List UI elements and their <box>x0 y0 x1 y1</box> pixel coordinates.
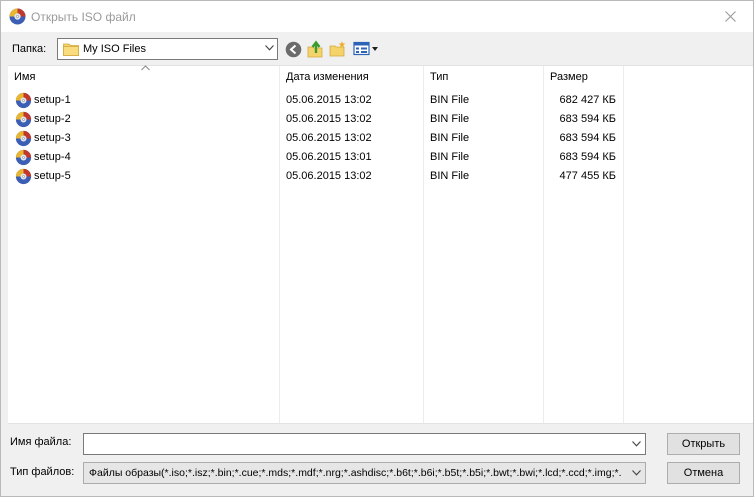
file-size: 683 594 КБ <box>559 151 616 163</box>
file-size: 683 594 КБ <box>559 113 616 125</box>
disc-image-icon <box>15 149 32 166</box>
file-name: setup-3 <box>34 132 71 144</box>
up-folder-button[interactable] <box>305 39 325 59</box>
back-icon <box>285 41 301 57</box>
disc-image-icon <box>15 111 32 128</box>
chevron-down-icon <box>265 45 274 51</box>
file-size: 683 594 КБ <box>559 132 616 144</box>
folder-value: My ISO Files <box>83 43 146 55</box>
file-type: BIN File <box>430 132 470 144</box>
view-menu-icon <box>353 41 378 56</box>
filename-input[interactable] <box>83 433 646 455</box>
disc-image-icon <box>15 168 32 185</box>
folder-label: Папка: <box>12 43 47 55</box>
column-header-date[interactable]: Дата изменения <box>280 66 424 88</box>
filetype-select[interactable]: Файлы образы(*.iso;*.isz;*.bin;*.cue;*.m… <box>83 462 646 484</box>
file-type: BIN File <box>430 170 470 182</box>
chevron-down-icon <box>632 470 641 476</box>
open-button[interactable]: Открыть <box>667 433 740 455</box>
file-name: setup-4 <box>34 151 71 163</box>
file-list[interactable]: Имя Дата изменения Тип Размер setup-1 05.… <box>8 65 753 424</box>
back-button[interactable] <box>283 39 303 59</box>
file-row[interactable]: setup-2 05.06.2015 13:02 BIN File 683 594 К… <box>8 110 628 129</box>
column-header-size[interactable]: Размер <box>544 66 624 88</box>
file-date: 05.06.2015 13:02 <box>286 94 372 106</box>
file-name: setup-5 <box>34 170 71 182</box>
file-date: 05.06.2015 13:01 <box>286 151 372 163</box>
file-row[interactable]: setup-5 05.06.2015 13:02 BIN File 477 455 К… <box>8 167 628 186</box>
file-type: BIN File <box>430 113 470 125</box>
open-iso-dialog: Открыть ISO файл Папка: My ISO Files Имя… <box>0 0 754 497</box>
sort-ascending-icon <box>141 65 150 71</box>
filetype-value: Файлы образы(*.iso;*.isz;*.bin;*.cue;*.m… <box>89 467 621 479</box>
filetype-label: Тип файлов: <box>10 466 75 478</box>
app-disc-icon <box>9 8 26 25</box>
column-header-name-label: Имя <box>14 71 36 83</box>
close-icon <box>724 11 736 22</box>
column-header-type[interactable]: Тип <box>424 66 544 88</box>
window-title: Открыть ISO файл <box>31 10 136 24</box>
column-header-name[interactable]: Имя <box>8 65 280 88</box>
file-row[interactable]: setup-4 05.06.2015 13:01 BIN File 683 594 К… <box>8 148 628 167</box>
file-date: 05.06.2015 13:02 <box>286 170 372 182</box>
folder-icon <box>63 43 79 56</box>
file-type: BIN File <box>430 151 470 163</box>
file-row[interactable]: setup-1 05.06.2015 13:02 BIN File 682 427 К… <box>8 91 628 110</box>
column-header-date-label: Дата изменения <box>286 71 369 83</box>
file-name: setup-1 <box>34 94 71 106</box>
file-date: 05.06.2015 13:02 <box>286 113 372 125</box>
file-size: 477 455 КБ <box>559 170 616 182</box>
disc-image-icon <box>15 130 32 147</box>
file-name: setup-2 <box>34 113 71 125</box>
column-header-size-label: Размер <box>550 71 588 83</box>
cancel-button[interactable]: Отмена <box>667 462 740 484</box>
file-type: BIN File <box>430 94 470 106</box>
close-button[interactable] <box>707 1 753 32</box>
new-folder-button[interactable] <box>328 39 348 59</box>
title-bar: Открыть ISO файл <box>1 1 753 32</box>
column-header-type-label: Тип <box>430 71 449 83</box>
list-header: Имя Дата изменения Тип Размер <box>8 65 753 88</box>
up-folder-icon <box>307 40 323 58</box>
new-folder-icon <box>329 41 346 57</box>
file-size: 682 427 КБ <box>559 94 616 106</box>
view-menu-button[interactable] <box>352 39 380 59</box>
file-date: 05.06.2015 13:02 <box>286 132 372 144</box>
filename-label: Имя файла: <box>10 436 72 448</box>
file-row[interactable]: setup-3 05.06.2015 13:02 BIN File 683 594 К… <box>8 129 628 148</box>
disc-image-icon <box>15 92 32 109</box>
folder-combobox[interactable]: My ISO Files <box>57 38 278 60</box>
